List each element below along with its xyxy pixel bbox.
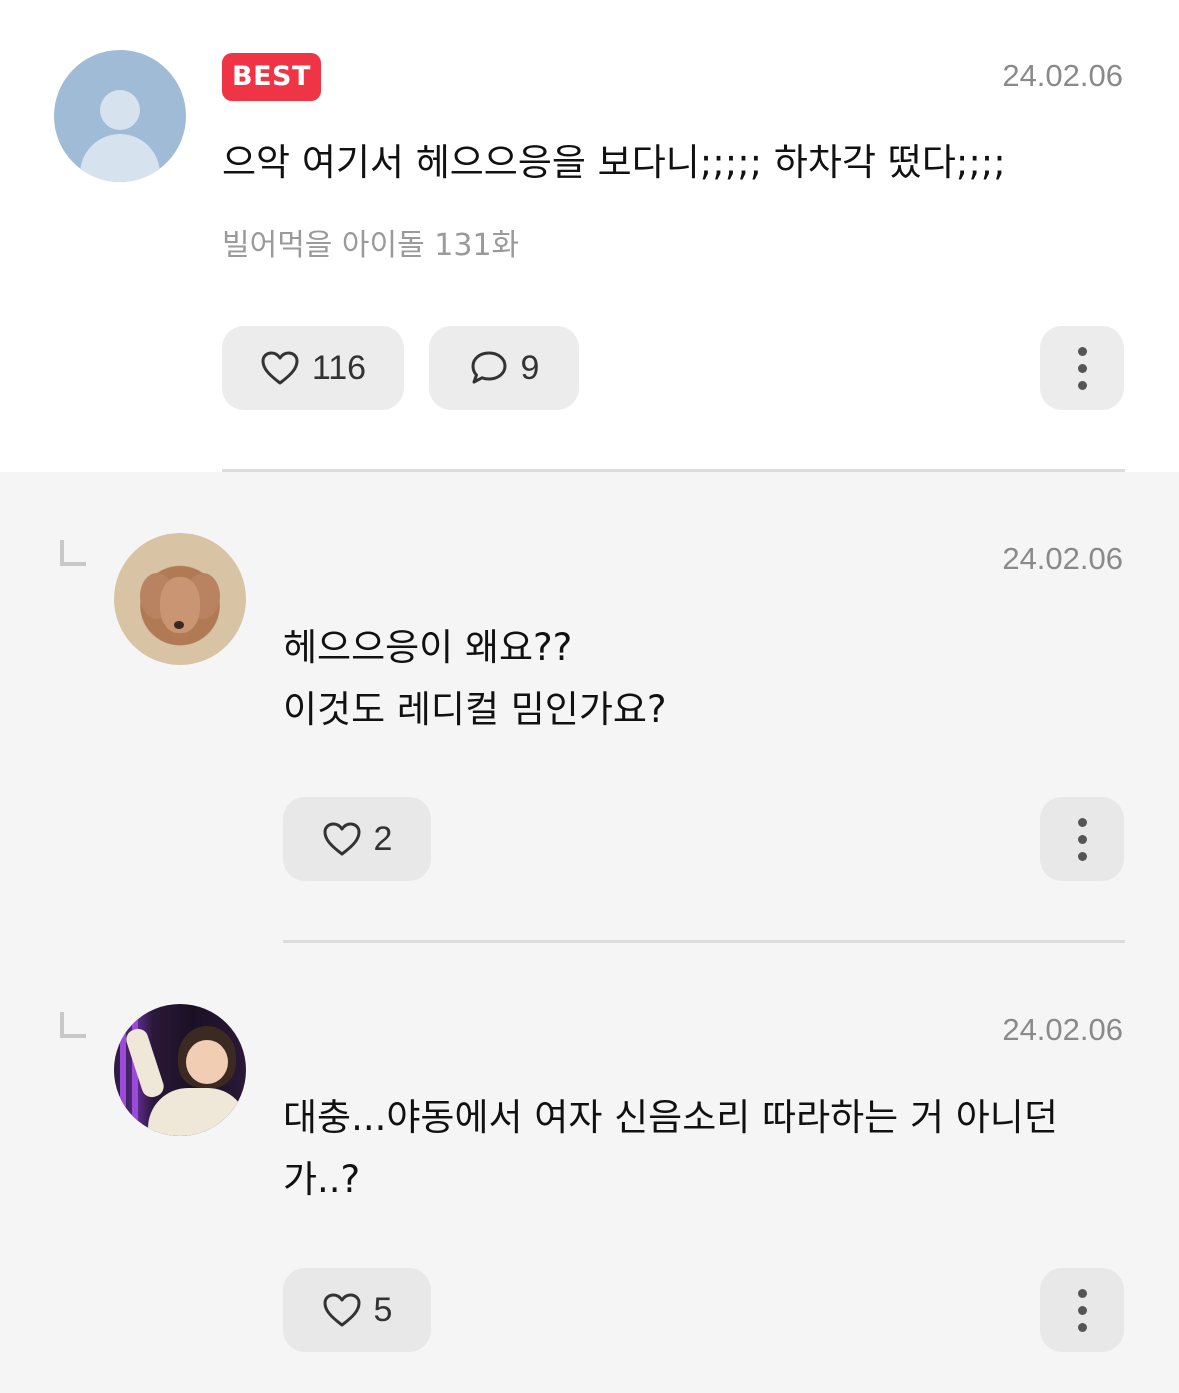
reply-count: 9 [520,348,540,387]
like-button[interactable]: 5 [283,1268,431,1352]
heart-icon [323,822,361,856]
like-count: 116 [311,348,367,387]
reply-text-line: 이것도 레디컬 밈인가요? [283,688,667,731]
heart-icon [261,351,299,385]
comment-thread: BEST 24.02.06 으악 여기서 헤으으응을 보다니;;;;; 하차각 … [0,0,1179,1393]
comment-date: 24.02.06 [1002,58,1123,93]
more-options-button[interactable] [1040,1268,1124,1352]
speech-bubble-icon [471,351,507,384]
more-vertical-icon [1077,346,1087,356]
like-button[interactable]: 116 [222,326,404,410]
more-vertical-icon [1077,1288,1087,1298]
reply-button[interactable]: 9 [429,326,579,410]
episode-link[interactable]: 빌어먹을 아이돌 131화 [222,220,519,264]
replies-section: 24.02.06 헤으으응이 왜요?? 이것도 레디컬 밈인가요? 2 24.0… [0,469,1179,1393]
comment-date: 24.02.06 [1002,1012,1123,1047]
best-badge: BEST [222,53,321,101]
more-options-button[interactable] [1040,797,1124,881]
like-button[interactable]: 2 [283,797,431,881]
reply-arrow-icon [60,540,86,566]
more-options-button[interactable] [1040,326,1124,410]
reply-arrow-icon [60,1012,86,1038]
reply-text-line: 가..? [283,1158,361,1201]
divider [222,469,1125,472]
avatar[interactable] [54,50,186,182]
reply-text-line: 대충...야동에서 여자 신음소리 따라하는 거 아니던 [283,1096,1058,1139]
like-count: 5 [373,1290,393,1329]
best-comment: BEST 24.02.06 으악 여기서 헤으으응을 보다니;;;;; 하차각 … [0,0,1179,472]
girl-photo [186,1040,228,1084]
more-vertical-icon [1077,817,1087,827]
heart-icon [323,1293,361,1327]
divider [283,940,1125,943]
comment-text: 으악 여기서 헤으으응을 보다니;;;;; 하차각 떴다;;;; [222,141,1006,184]
like-count: 2 [373,819,393,858]
reply-text-line: 헤으으응이 왜요?? [283,626,573,669]
default-user-icon [100,89,140,130]
avatar[interactable] [114,1004,246,1136]
avatar[interactable] [114,533,246,665]
comment-date: 24.02.06 [1002,541,1123,576]
